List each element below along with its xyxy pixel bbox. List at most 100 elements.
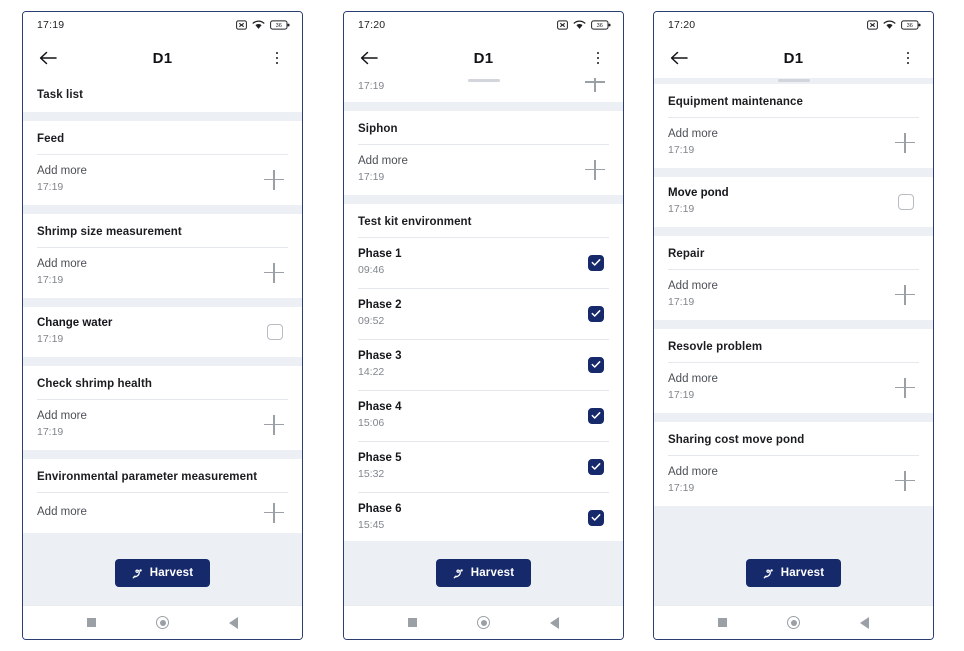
- row-label: Add more: [37, 165, 87, 177]
- app-bar: D1: [344, 38, 623, 78]
- phase-row[interactable]: Phase 6 15:45: [358, 493, 609, 541]
- back-triangle-icon[interactable]: [860, 616, 869, 629]
- task-row[interactable]: Add more 17:19: [37, 248, 288, 298]
- harvest-button[interactable]: Harvest: [114, 559, 211, 587]
- battery-icon: 36: [901, 20, 921, 30]
- back-triangle-icon[interactable]: [550, 616, 559, 629]
- app-bar: D1: [23, 38, 302, 78]
- task-card-feed: Feed Add more 17:19: [23, 121, 302, 205]
- checkbox-icon[interactable]: [588, 305, 604, 322]
- harvest-footer: Harvest: [23, 541, 302, 605]
- home-circle-icon[interactable]: [787, 616, 800, 629]
- task-scroll-area-2[interactable]: 17:19 Siphon Add more 17:19 Test kit env…: [344, 78, 623, 541]
- home-circle-icon[interactable]: [156, 616, 169, 629]
- plus-icon[interactable]: [895, 470, 915, 491]
- task-card-check-shrimp-health: Check shrimp health Add more 17:19: [23, 366, 302, 450]
- back-arrow-icon[interactable]: [37, 47, 59, 69]
- alarm-off-icon: [557, 20, 568, 30]
- plus-icon[interactable]: [895, 284, 915, 305]
- overflow-menu-icon[interactable]: [266, 47, 288, 69]
- recents-square-icon[interactable]: [87, 618, 96, 627]
- row-label: Add more: [37, 410, 87, 422]
- plus-icon[interactable]: [895, 132, 915, 153]
- phase-time: 15:06: [358, 417, 385, 429]
- task-row[interactable]: Add more 17:19: [37, 155, 288, 205]
- checkbox-icon[interactable]: [588, 407, 604, 424]
- recents-square-icon[interactable]: [408, 618, 417, 627]
- row-time: 17:19: [37, 181, 64, 193]
- plus-icon[interactable]: [585, 159, 605, 180]
- plus-icon[interactable]: [895, 377, 915, 398]
- row-time: 17:19: [668, 482, 695, 494]
- harvest-button[interactable]: Harvest: [745, 559, 842, 587]
- task-row[interactable]: Move pond 17:19: [668, 177, 919, 227]
- back-triangle-icon[interactable]: [229, 616, 238, 629]
- task-row[interactable]: Add more: [37, 493, 288, 533]
- phase-time: 09:46: [358, 264, 385, 276]
- task-scroll-area-1[interactable]: Task list Feed Add more 17:19 Shrimp siz…: [23, 78, 302, 541]
- android-nav-bar: [23, 605, 302, 639]
- row-time: 17:19: [668, 296, 695, 308]
- row-label: Add more: [358, 155, 408, 167]
- phase-row[interactable]: Phase 5 15:32: [358, 442, 609, 492]
- back-arrow-icon[interactable]: [358, 47, 380, 69]
- phase-time: 15:45: [358, 519, 385, 531]
- status-bar: 17:20 36: [344, 12, 623, 38]
- phone-frame-2: 17:20 36 D1 17:19 Siphon Add more 17:19 …: [343, 11, 624, 640]
- overflow-menu-icon[interactable]: [587, 47, 609, 69]
- checkbox-icon[interactable]: [898, 193, 914, 210]
- task-row[interactable]: Add more 17:19: [37, 400, 288, 450]
- back-arrow-icon[interactable]: [668, 47, 690, 69]
- checkbox-icon[interactable]: [588, 356, 604, 373]
- task-row[interactable]: Add more 17:19: [358, 145, 609, 195]
- checkbox-icon[interactable]: [267, 323, 283, 340]
- phase-time: 14:22: [358, 366, 385, 378]
- plus-icon[interactable]: [264, 262, 284, 283]
- phase-row[interactable]: Phase 3 14:22: [358, 340, 609, 390]
- task-card-move-pond: Move pond 17:19: [654, 177, 933, 227]
- status-clock: 17:20: [668, 19, 696, 31]
- task-card-change-water: Change water 17:19: [23, 307, 302, 357]
- phase-row[interactable]: Phase 4 15:06: [358, 391, 609, 441]
- checkbox-icon[interactable]: [588, 254, 604, 271]
- wifi-icon: [573, 20, 586, 29]
- phase-row[interactable]: Phase 1 09:46: [358, 238, 609, 288]
- checkbox-icon[interactable]: [588, 458, 604, 475]
- scroll-indicator: [467, 79, 500, 82]
- task-title: Feed: [37, 133, 65, 145]
- section-title: Task list: [37, 89, 84, 101]
- phase-label: Phase 6: [358, 503, 402, 515]
- harvest-button[interactable]: Harvest: [435, 559, 532, 587]
- recents-square-icon[interactable]: [718, 618, 727, 627]
- task-title: Shrimp size measurement: [37, 226, 182, 238]
- alarm-off-icon: [236, 20, 247, 30]
- checkbox-icon[interactable]: [588, 509, 604, 526]
- task-title: Resovle problem: [668, 341, 763, 353]
- plus-icon[interactable]: [264, 169, 284, 190]
- task-scroll-area-3[interactable]: Equipment maintenance Add more 17:19 Mov…: [654, 78, 933, 541]
- task-row[interactable]: Add more 17:19: [668, 363, 919, 413]
- row-label: Add more: [668, 280, 718, 292]
- task-row[interactable]: Add more 17:19: [668, 118, 919, 168]
- harvest-footer: Harvest: [654, 541, 933, 605]
- alarm-off-icon: [867, 20, 878, 30]
- home-circle-icon[interactable]: [477, 616, 490, 629]
- task-row[interactable]: Change water 17:19: [37, 307, 288, 357]
- task-row[interactable]: Add more 17:19: [668, 270, 919, 320]
- row-label: Change water: [37, 317, 113, 329]
- phase-row[interactable]: Phase 2 09:52: [358, 289, 609, 339]
- app-bar: D1: [654, 38, 933, 78]
- phone-frame-3: 17:20 36 D1 Equipment maintenance Add mo…: [653, 11, 934, 640]
- task-row[interactable]: Add more 17:19: [668, 456, 919, 506]
- battery-icon: 36: [270, 20, 290, 30]
- task-card-test-kit-environment: Test kit environment Phase 1 09:46 Phase…: [344, 204, 623, 541]
- overflow-menu-icon[interactable]: [897, 47, 919, 69]
- plus-icon[interactable]: [264, 502, 284, 523]
- page-title: D1: [473, 49, 494, 67]
- plus-icon[interactable]: [585, 78, 605, 92]
- row-label: Add more: [37, 258, 87, 270]
- shrimp-icon: [453, 568, 463, 578]
- plus-icon[interactable]: [264, 414, 284, 435]
- battery-icon: 36: [591, 20, 611, 30]
- status-clock: 17:20: [358, 19, 386, 31]
